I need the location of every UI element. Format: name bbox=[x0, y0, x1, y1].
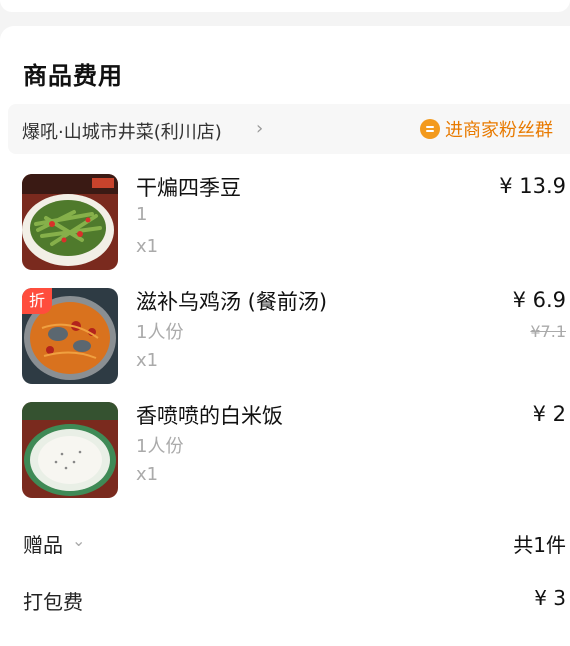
dish-image-white-rice bbox=[22, 402, 118, 498]
store-name[interactable]: 爆吼·山城市井菜(利川店) bbox=[22, 118, 222, 144]
item-quantity: x1 bbox=[136, 464, 159, 485]
section-title: 商品费用 bbox=[23, 62, 123, 90]
chevron-down-icon: ⌄ bbox=[72, 531, 86, 550]
packing-fee-row: 打包费 ¥ 3 bbox=[0, 582, 570, 618]
packing-fee-value: ¥ 3 bbox=[534, 586, 566, 610]
item-spec: 1人份 bbox=[136, 322, 184, 343]
item-name: 香喷喷的白米饭 bbox=[136, 404, 283, 428]
store-bar[interactable]: 爆吼·山城市井菜(利川店) › 进商家粉丝群 bbox=[8, 104, 570, 154]
item-spec: 1人份 bbox=[136, 436, 184, 457]
item-spec: 1 bbox=[136, 204, 148, 225]
item-quantity: x1 bbox=[136, 350, 159, 371]
chevron-right-icon: › bbox=[256, 118, 264, 139]
item-name: 滋补乌鸡汤 (餐前汤) bbox=[136, 290, 328, 314]
chat-bubble-icon bbox=[420, 119, 440, 139]
fans-group-label: 进商家粉丝群 bbox=[445, 120, 553, 141]
item-price: ¥ 13.9 bbox=[499, 174, 566, 198]
item-original-price: ¥7.1 bbox=[530, 322, 566, 341]
item-price: ¥ 2 bbox=[532, 402, 566, 426]
item-name: 干煸四季豆 bbox=[136, 176, 241, 200]
list-item[interactable]: 干煸四季豆 1 x1 ¥ 13.9 bbox=[0, 174, 570, 274]
gift-count: 共1件 bbox=[513, 533, 566, 557]
previous-card-edge bbox=[0, 0, 570, 12]
gift-row[interactable]: 赠品 ⌄ 共1件 bbox=[0, 525, 570, 561]
item-price: ¥ 6.9 bbox=[512, 288, 566, 312]
dish-image-green-beans bbox=[22, 174, 118, 270]
item-quantity: x1 bbox=[136, 236, 159, 257]
packing-fee-label: 打包费 bbox=[23, 590, 83, 614]
list-item[interactable]: 折 滋补乌鸡汤 (餐前汤) 1人份 x1 ¥ 6.9 ¥7.1 bbox=[0, 288, 570, 388]
list-item[interactable]: 香喷喷的白米饭 1人份 x1 ¥ 2 bbox=[0, 402, 570, 502]
fans-group-link[interactable]: 进商家粉丝群 bbox=[420, 116, 553, 142]
discount-badge: 折 bbox=[22, 288, 52, 314]
gift-label: 赠品 bbox=[23, 533, 63, 557]
